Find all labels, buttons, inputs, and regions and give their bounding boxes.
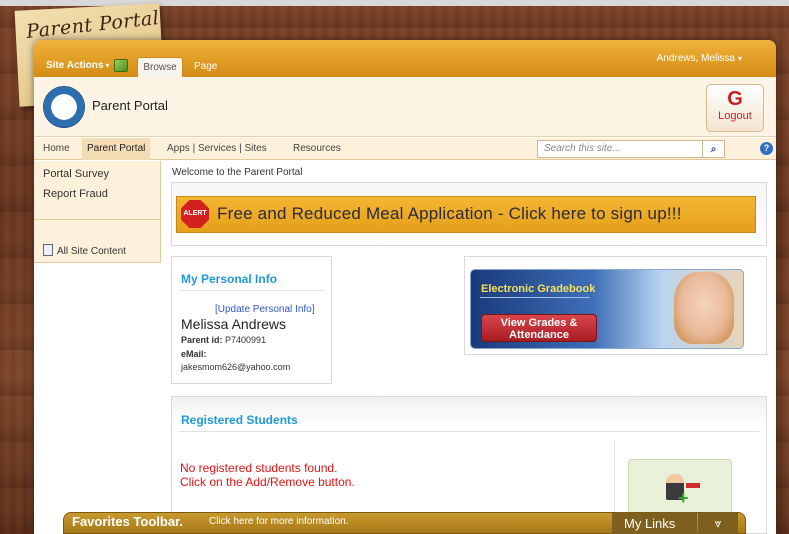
search-icon[interactable]: ⌕ <box>703 140 725 158</box>
parent-id-label: Parent id: <box>181 335 223 345</box>
add-remove-instruction: Click on the Add/Remove button. <box>180 475 355 489</box>
gradebook-title-underline <box>480 297 590 298</box>
top-navigation: Home Parent Portal Apps | Services | Sit… <box>34 138 776 160</box>
district-seal-logo[interactable] <box>43 86 85 128</box>
parent-id-value: P7400991 <box>225 335 267 345</box>
personal-info-title: My Personal Info <box>181 272 278 286</box>
update-personal-info-link[interactable]: [Update Personal Info] <box>215 304 315 315</box>
quick-launch-portal-survey[interactable]: Portal Survey <box>43 168 109 180</box>
document-icon <box>43 244 53 256</box>
parent-id-row: Parent id: P7400991 <box>181 335 266 345</box>
tab-browse[interactable]: Browse <box>137 57 183 77</box>
nav-resources[interactable]: Resources <box>293 143 341 154</box>
welcome-text: Welcome to the Parent Portal <box>172 167 303 178</box>
site-actions-menu[interactable]: Site Actions ▾ <box>46 60 109 71</box>
quick-launch-report-fraud[interactable]: Report Fraud <box>43 188 108 200</box>
search-input[interactable]: Search this site... <box>537 140 703 158</box>
email-value: jakesmom626@yahoo.com <box>181 362 291 372</box>
chevron-down-icon[interactable]: ⩔ <box>698 513 738 534</box>
nav-apps-services-sites[interactable]: Apps | Services | Sites <box>167 143 267 154</box>
help-icon[interactable]: ? <box>760 142 773 155</box>
email-label: eMail: <box>181 349 207 359</box>
logout-icon: G <box>727 88 743 110</box>
registered-students-divider <box>179 431 759 432</box>
favorites-toolbar-info[interactable]: Click here for more information. <box>209 516 349 527</box>
my-links-button[interactable]: My Links <box>612 513 697 534</box>
nav-parent-portal[interactable]: Parent Portal <box>82 138 151 160</box>
registered-students-title: Registered Students <box>181 413 298 427</box>
tab-page[interactable]: Page <box>194 61 217 72</box>
chevron-down-icon: ▾ <box>105 61 110 70</box>
edit-page-icon[interactable] <box>114 59 128 72</box>
quick-launch-divider <box>34 219 160 220</box>
user-name-label: Andrews, Melissa <box>656 53 735 64</box>
view-grades-label-2: Attendance <box>509 329 569 341</box>
add-icon: + <box>678 488 689 508</box>
site-actions-label: Site Actions <box>46 60 104 71</box>
logout-button[interactable]: G Logout <box>706 84 764 132</box>
view-grades-label-1: View Grades & <box>500 317 578 329</box>
user-menu[interactable]: Andrews, Melissa ▾ <box>657 53 742 64</box>
gradebook-title: Electronic Gradebook <box>481 283 596 295</box>
all-site-content-label: All Site Content <box>57 246 126 257</box>
quick-launch: Portal Survey Report Fraud All Site Cont… <box>34 161 161 263</box>
all-site-content-link[interactable]: All Site Content <box>43 244 126 257</box>
site-title[interactable]: Parent Portal <box>92 98 168 113</box>
parent-name: Melissa Andrews <box>181 316 287 332</box>
student-photo <box>674 272 734 344</box>
nav-home[interactable]: Home <box>43 143 70 154</box>
meal-application-link[interactable]: Free and Reduced Meal Application - Clic… <box>217 204 682 224</box>
logout-label: Logout <box>718 110 752 122</box>
personal-info-divider <box>179 290 325 291</box>
chevron-down-icon: ▾ <box>737 54 742 63</box>
view-grades-button[interactable]: View Grades & Attendance <box>481 314 597 342</box>
no-students-message: No registered students found. <box>180 461 338 475</box>
favorites-toolbar-title[interactable]: Favorites Toolbar. <box>72 514 183 529</box>
page-shell: Site Actions ▾ Browse Page Andrews, Melis… <box>34 40 776 534</box>
